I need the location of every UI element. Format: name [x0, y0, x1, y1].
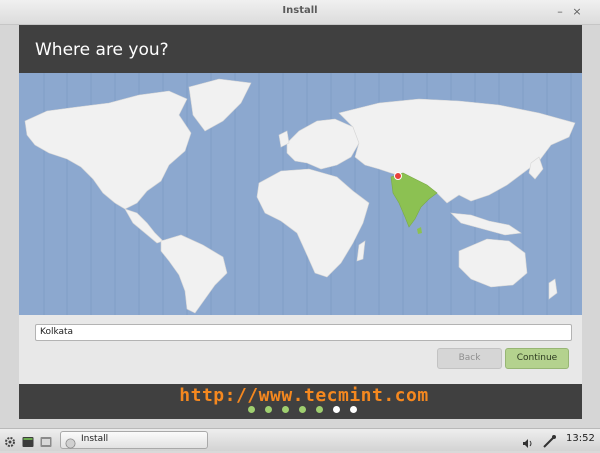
- progress-dot-done: [265, 406, 272, 413]
- installer-icon: [65, 434, 76, 449]
- madagascar-land: [356, 240, 366, 262]
- asia-land: [338, 98, 576, 204]
- indonesia-land: [450, 212, 522, 236]
- greenland-land: [188, 78, 252, 132]
- file-manager-icon[interactable]: [40, 433, 52, 447]
- central-america-land: [124, 208, 164, 244]
- africa-land: [256, 168, 370, 278]
- south-america-land: [160, 234, 228, 314]
- minimize-button[interactable]: –: [554, 6, 566, 18]
- world-map-graphic[interactable]: [19, 73, 582, 315]
- city-search-input[interactable]: Kolkata: [35, 324, 572, 341]
- page-title: Where are you?: [35, 40, 169, 60]
- progress-dot-done: [316, 406, 323, 413]
- close-button[interactable]: ×: [571, 6, 583, 18]
- network-icon[interactable]: [543, 433, 556, 448]
- progress-dot-done: [248, 406, 255, 413]
- progress-dot-done: [299, 406, 306, 413]
- progress-dot-pending: [333, 406, 340, 413]
- back-button[interactable]: Back: [437, 348, 502, 369]
- north-america-land: [24, 90, 192, 210]
- installer-window: Install – × Where are you? Kolkata Back …: [0, 0, 600, 428]
- installer-content: Where are you? Kolkata Back Continue htt…: [19, 25, 582, 419]
- title-bar[interactable]: Install – ×: [0, 0, 600, 25]
- progress-dot-pending: [350, 406, 357, 413]
- volume-icon[interactable]: [522, 434, 534, 448]
- continue-button[interactable]: Continue: [505, 348, 569, 369]
- terminal-icon[interactable]: [22, 433, 34, 447]
- taskbar-task-install[interactable]: Install: [60, 431, 208, 449]
- taskbar-task-label: Install: [81, 434, 109, 444]
- europe-land: [286, 118, 360, 170]
- watermark-text: http://www.tecmint.com: [179, 385, 429, 406]
- clock: 13:52: [566, 433, 595, 444]
- gear-icon[interactable]: [4, 433, 16, 447]
- taskbar: Install 13:52: [0, 428, 600, 451]
- location-marker-icon[interactable]: [394, 172, 402, 180]
- australia-land: [458, 238, 528, 288]
- page-header: Where are you?: [19, 25, 582, 73]
- window-title: Install: [282, 5, 318, 16]
- new-zealand-land: [548, 278, 558, 300]
- timezone-map[interactable]: [19, 73, 582, 315]
- progress-dot-done: [282, 406, 289, 413]
- installer-footer: http://www.tecmint.com: [19, 384, 582, 419]
- sri-lanka-highlight: [417, 227, 422, 234]
